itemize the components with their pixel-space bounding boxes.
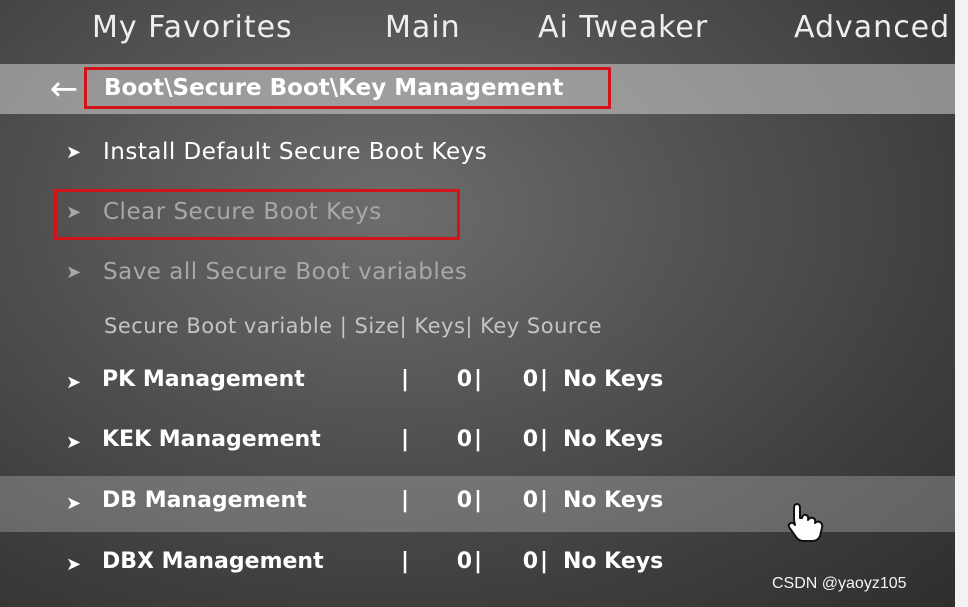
table-header: Secure Boot variable | Size| Keys| Key S… — [104, 314, 603, 338]
chevron-right-icon: ➤ — [66, 262, 82, 283]
row-keys: 0 — [522, 488, 538, 513]
row-size: 0 — [456, 549, 472, 574]
watermark: CSDN @yaoyz105 — [772, 575, 907, 592]
row-size: 0 — [456, 427, 472, 452]
row-keys: 0 — [522, 549, 538, 574]
column-separator: | — [474, 367, 483, 392]
menu-item-label: Install Default Secure Boot Keys — [103, 139, 488, 165]
row-size: 0 — [456, 488, 472, 513]
table-row-kek[interactable]: ➤ KEK Management | 0 | 0 | No Keys — [0, 415, 955, 471]
chevron-right-icon: ➤ — [66, 432, 82, 453]
row-size: 0 — [456, 367, 472, 392]
row-name: DB Management — [102, 488, 307, 513]
column-separator: | — [474, 427, 483, 452]
row-keys: 0 — [522, 427, 538, 452]
column-separator: | — [474, 549, 483, 574]
chevron-right-icon: ➤ — [66, 493, 82, 514]
tab-ai-tweaker[interactable]: Ai Tweaker — [538, 10, 708, 45]
column-separator: | — [540, 488, 549, 513]
tab-my-favorites[interactable]: My Favorites — [92, 10, 293, 45]
left-arrow-icon[interactable]: ← — [44, 69, 84, 109]
menu-item-label: Save all Secure Boot variables — [103, 259, 468, 285]
column-separator: | — [401, 427, 410, 452]
chevron-right-icon: ➤ — [66, 142, 82, 163]
column-separator: | — [540, 367, 549, 392]
highlight-box-clear-keys — [54, 189, 460, 240]
row-key-source: No Keys — [563, 427, 664, 452]
chevron-right-icon: ➤ — [66, 372, 82, 393]
highlight-box-breadcrumb — [84, 67, 611, 109]
column-separator: | — [401, 367, 410, 392]
column-separator: | — [540, 549, 549, 574]
column-separator: | — [474, 488, 483, 513]
row-key-source: No Keys — [563, 549, 664, 574]
table-row-pk[interactable]: ➤ PK Management | 0 | 0 | No Keys — [0, 355, 955, 411]
menu-item-save-all-variables: ➤ Save all Secure Boot variables — [0, 250, 955, 298]
hand-pointer-icon — [787, 503, 824, 542]
menu-item-install-default-keys[interactable]: ➤ Install Default Secure Boot Keys — [0, 130, 955, 178]
row-key-source: No Keys — [563, 367, 664, 392]
top-tab-bar: My Favorites Main Ai Tweaker Advanced — [0, 0, 955, 64]
chevron-right-icon: ➤ — [66, 554, 82, 575]
row-key-source: No Keys — [563, 488, 664, 513]
bios-screen: My Favorites Main Ai Tweaker Advanced ← … — [0, 0, 955, 607]
tab-advanced[interactable]: Advanced — [794, 10, 950, 45]
column-separator: | — [401, 488, 410, 513]
row-name: DBX Management — [102, 549, 324, 574]
row-name: KEK Management — [102, 427, 321, 452]
column-separator: | — [401, 549, 410, 574]
tab-main[interactable]: Main — [385, 10, 461, 45]
row-name: PK Management — [102, 367, 305, 392]
row-keys: 0 — [522, 367, 538, 392]
right-edge-strip — [955, 0, 968, 607]
column-separator: | — [540, 427, 549, 452]
